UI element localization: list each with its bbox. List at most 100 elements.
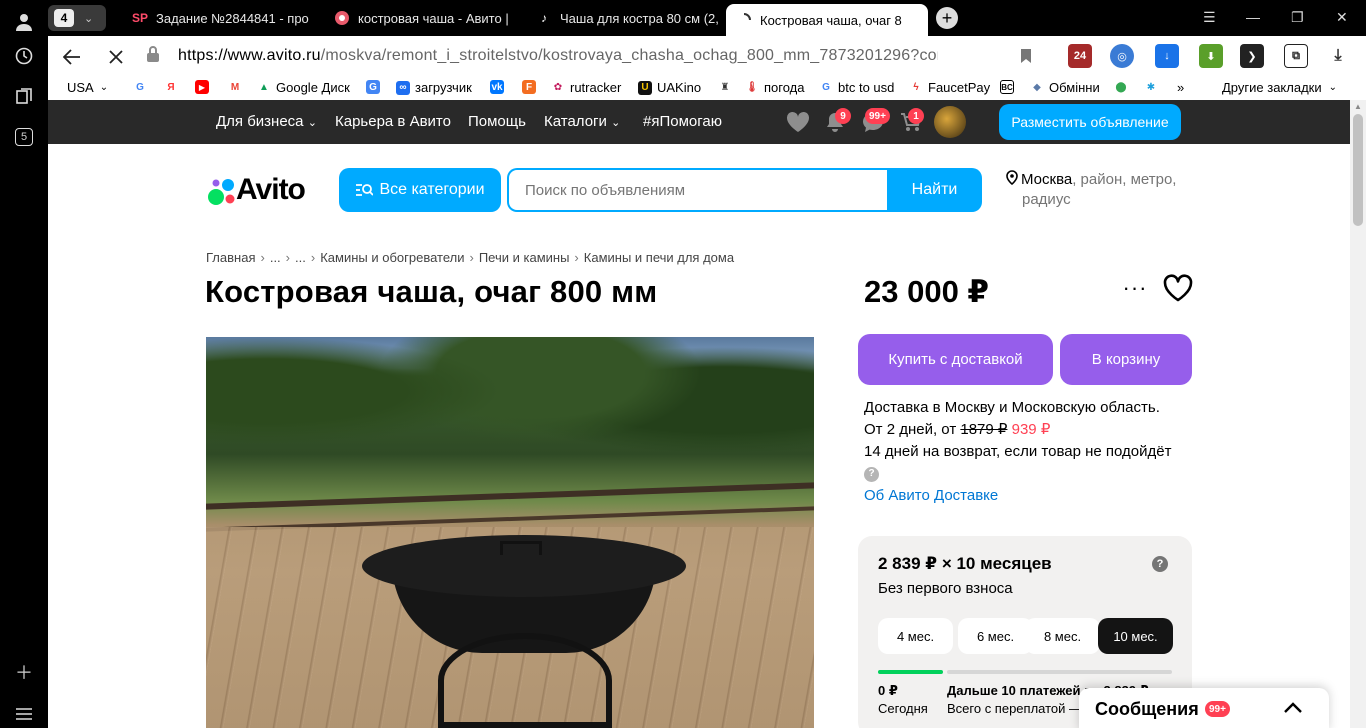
period-4-months[interactable]: 4 мес. [878, 618, 953, 654]
favorites-heart-icon[interactable] [785, 110, 811, 134]
breadcrumb-ellipsis-2[interactable]: ... [295, 250, 306, 265]
ihelp-link[interactable]: #яПомогаю [643, 113, 722, 130]
bookmark-exchange[interactable]: ◆ Обмінни [1030, 80, 1100, 95]
bookmark-faucetpay[interactable]: ϟ FaucetPay [909, 80, 990, 95]
reader-extension-icon[interactable]: ❯ [1240, 44, 1264, 68]
business-link[interactable]: Для бизнеса ⌄ [216, 113, 317, 130]
delivery-terms-prefix: От 2 дней, от [864, 421, 961, 438]
period-10-months[interactable]: 10 мес. [1098, 618, 1173, 654]
messages-widget[interactable]: Сообщения 99+ [1079, 688, 1329, 728]
avatar[interactable] [934, 106, 966, 138]
bookmark-weather[interactable]: 🌡 погода [745, 80, 805, 95]
breadcrumb-separator-icon: › [260, 250, 265, 265]
extension-24-icon[interactable]: 24 [1068, 44, 1092, 68]
bookmark-loader[interactable]: ∞ загрузчик [396, 80, 472, 95]
avito-logo[interactable]: Avito [206, 173, 326, 209]
tab-current[interactable]: Костровая чаша, очаг 8 [726, 4, 928, 36]
period-8-months[interactable]: 8 мес. [1025, 618, 1100, 654]
bookmark-icon[interactable] [1014, 44, 1038, 68]
help-icon[interactable]: ? [864, 466, 879, 482]
chevron-up-icon[interactable] [1281, 696, 1305, 720]
about-delivery-link[interactable]: Об Авито Доставке [864, 485, 1194, 507]
post-ad-button[interactable]: Разместить объявление [999, 104, 1181, 140]
profile-icon[interactable] [10, 8, 38, 36]
breadcrumb-fireplaces-heaters[interactable]: Камины и обогреватели [320, 250, 464, 265]
favorite-heart-icon[interactable] [1162, 273, 1194, 303]
help-link[interactable]: Помощь [468, 113, 526, 130]
tab-avito-search[interactable]: костровая чаша - Авито | [334, 4, 530, 32]
bookmark-google-drive[interactable]: ▲ Google Диск [257, 80, 350, 95]
delivery-new-price: 939 ₽ [1011, 421, 1051, 438]
breadcrumb-home[interactable]: Главная [206, 250, 255, 265]
bookmark-yandex[interactable]: Я [164, 80, 183, 94]
more-options-icon[interactable]: ··· [1120, 275, 1150, 300]
download-extension-icon[interactable]: ↓ [1155, 44, 1179, 68]
catalogs-label: Каталоги [544, 113, 607, 130]
close-icon[interactable]: ✕ [1336, 9, 1348, 26]
restore-icon[interactable]: ❐ [1291, 9, 1304, 26]
scrollbar-thumb[interactable] [1353, 114, 1363, 226]
tab-label: костровая чаша - Авито | [358, 10, 509, 26]
save-extension-icon[interactable]: ⬇ [1199, 44, 1223, 68]
scroll-up-icon[interactable]: ▲ [1354, 102, 1362, 111]
add-to-cart-button[interactable]: В корзину [1060, 334, 1192, 385]
search-box: Найти [507, 168, 982, 212]
counter-icon[interactable]: 5 [10, 123, 38, 151]
tab-zadanie[interactable]: SP Задание №2844841 - про [132, 4, 328, 32]
stop-loading-icon[interactable] [103, 44, 129, 70]
bookmark-uakino[interactable]: U UAKino [638, 80, 701, 95]
period-6-months[interactable]: 6 мес. [958, 618, 1033, 654]
help-icon[interactable]: ? [1152, 556, 1168, 572]
bookmark-maps[interactable]: ⬤ [1114, 80, 1133, 94]
add-panel-icon[interactable]: ＋ [10, 658, 38, 686]
bookmark-gmail[interactable]: M [228, 80, 247, 94]
page-scrollbar[interactable]: ▲ [1350, 100, 1366, 728]
back-arrow-icon[interactable] [59, 44, 85, 70]
bookmark-translate[interactable]: G [366, 80, 385, 94]
breadcrumb-ellipsis-1[interactable]: ... [270, 250, 281, 265]
bookmarks-overflow[interactable]: » [1177, 80, 1184, 95]
bookmark-btc[interactable]: Gbtc to usd [819, 80, 894, 95]
translate-icon: G [366, 80, 380, 94]
buy-with-delivery-button[interactable]: Купить с доставкой [858, 334, 1053, 385]
minimize-icon[interactable]: — [1246, 9, 1260, 25]
search-input[interactable] [509, 170, 887, 210]
panel-settings-icon[interactable] [10, 700, 38, 728]
bookmark-person[interactable]: ♜ [718, 80, 737, 94]
all-categories-button[interactable]: Все категории [339, 168, 501, 212]
catalogs-link[interactable]: Каталоги ⌄ [544, 113, 620, 130]
new-tab-button[interactable]: + [936, 7, 958, 29]
search-button[interactable]: Найти [887, 168, 982, 212]
bookmark-star[interactable]: ✱ [1144, 80, 1163, 94]
bookmark-vk[interactable]: vk [490, 80, 509, 94]
bookmark-bc[interactable]: BC [1000, 80, 1019, 94]
bookmark-usa[interactable]: USA ⌄ [67, 80, 108, 95]
bookmark-f[interactable]: F [522, 80, 541, 94]
today-label: Сегодня [878, 701, 928, 716]
tab-count-button[interactable]: 4 ⌄ [48, 5, 106, 31]
lock-icon[interactable] [146, 46, 160, 66]
menu-icon[interactable]: ☰ [1203, 9, 1216, 26]
url-field[interactable]: https://www.avito.ru/moskva/remont_i_str… [178, 47, 938, 65]
breadcrumb-stoves-fireplaces[interactable]: Печи и камины [479, 250, 570, 265]
collections-icon[interactable] [10, 82, 38, 110]
bookmark-label: rutracker [570, 80, 622, 95]
bookmark-google[interactable]: G [133, 80, 152, 94]
google-icon: G [136, 81, 144, 93]
career-link[interactable]: Карьера в Авито [335, 113, 451, 130]
bookmark-other[interactable]: Другие закладки ⌄ [1222, 80, 1337, 95]
google-drive-icon: ▲ [259, 82, 269, 93]
breadcrumb-home-fireplaces[interactable]: Камины и печи для дома [584, 250, 734, 265]
bookmark-rutracker[interactable]: ✿ rutracker [551, 80, 622, 95]
tab-chasha[interactable]: ♪ Чаша для костра 80 см (2, [536, 4, 722, 32]
delivery-region: Доставка в Москву и Московскую область. [864, 399, 1160, 416]
bc-icon: BC [1000, 80, 1014, 94]
location-selector[interactable]: Москва, район, метро, радиус [1006, 170, 1196, 210]
history-icon[interactable] [10, 42, 38, 70]
listing-photo[interactable] [206, 337, 814, 728]
avito-logo-text: Avito [236, 173, 306, 206]
bookmark-youtube[interactable]: ▶ [195, 80, 214, 94]
puzzle-extension-icon[interactable]: ⧉ [1284, 44, 1308, 68]
download-icon[interactable]: ⤓ [1326, 44, 1350, 68]
globe-extension-icon[interactable]: ◎ [1110, 44, 1134, 68]
